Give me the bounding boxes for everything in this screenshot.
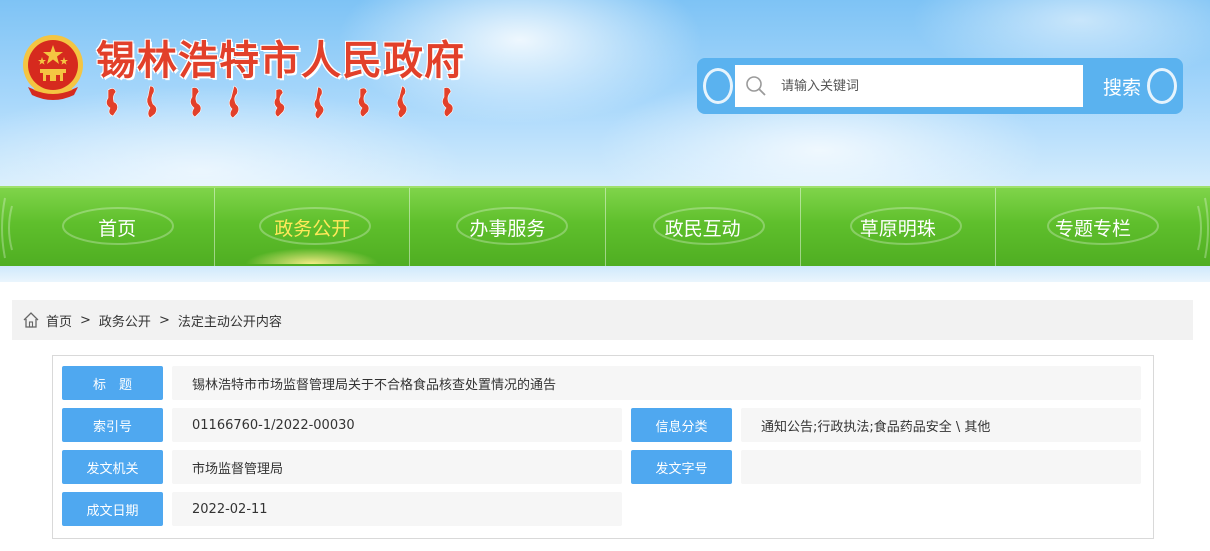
document-info-table: 标 题 锡林浩特市市场监督管理局关于不合格食品核查处置情况的通告 索引号 011… <box>52 355 1154 539</box>
mongolian-script-logo <box>106 85 454 120</box>
search-input[interactable] <box>781 66 1081 106</box>
breadcrumb-government-affairs[interactable]: 政务公开 <box>99 311 151 330</box>
search-icon <box>746 76 766 96</box>
document-number-label: 发文字号 <box>631 450 732 484</box>
nav-item-grassland-pearl[interactable]: 草原明珠 <box>801 188 996 266</box>
category-value: 通知公告;行政执法;食品药品安全 \ 其他 <box>741 408 1141 442</box>
breadcrumb: 首页 > 政务公开 > 法定主动公开内容 <box>12 300 1193 340</box>
date-label: 成文日期 <box>62 492 163 526</box>
date-value: 2022-02-11 <box>172 492 622 526</box>
main-navigation: 首页 政务公开 办事服务 政民互动 草原明珠 专题专栏 <box>0 186 1210 266</box>
issuer-value: 市场监督管理局 <box>172 450 622 484</box>
site-title[interactable]: 锡林浩特市人民政府 <box>96 28 465 86</box>
nav-item-special-topics[interactable]: 专题专栏 <box>996 188 1190 266</box>
title-value: 锡林浩特市市场监督管理局关于不合格食品核查处置情况的通告 <box>172 366 1141 400</box>
category-label: 信息分类 <box>631 408 732 442</box>
issuer-label: 发文机关 <box>62 450 163 484</box>
nav-item-services[interactable]: 办事服务 <box>410 188 606 266</box>
national-emblem-icon[interactable] <box>20 33 86 105</box>
index-number-value: 01166760-1/2022-00030 <box>172 408 622 442</box>
search-bar: 搜索 <box>697 58 1183 114</box>
index-number-label: 索引号 <box>62 408 163 442</box>
breadcrumb-separator: > <box>80 312 91 328</box>
breadcrumb-home[interactable]: 首页 <box>46 311 72 330</box>
nav-bottom-strip <box>0 266 1210 282</box>
search-button[interactable]: 搜索 <box>1089 65 1155 107</box>
left-knot-decoration <box>703 68 733 104</box>
breadcrumb-separator: > <box>158 312 170 328</box>
nav-item-interaction[interactable]: 政民互动 <box>606 188 801 266</box>
title-label: 标 题 <box>62 366 163 400</box>
document-number-value <box>741 450 1141 484</box>
search-box <box>735 65 1083 107</box>
nav-item-government-affairs[interactable]: 政务公开 <box>215 188 411 266</box>
breadcrumb-current[interactable]: 法定主动公开内容 <box>178 311 282 330</box>
site-header: 锡林浩特市人民政府 搜索 <box>0 0 1210 186</box>
home-icon <box>23 312 39 328</box>
nav-item-home[interactable]: 首页 <box>20 188 216 266</box>
nav-list: 首页 政务公开 办事服务 政民互动 草原明珠 专题专栏 <box>20 188 1190 266</box>
